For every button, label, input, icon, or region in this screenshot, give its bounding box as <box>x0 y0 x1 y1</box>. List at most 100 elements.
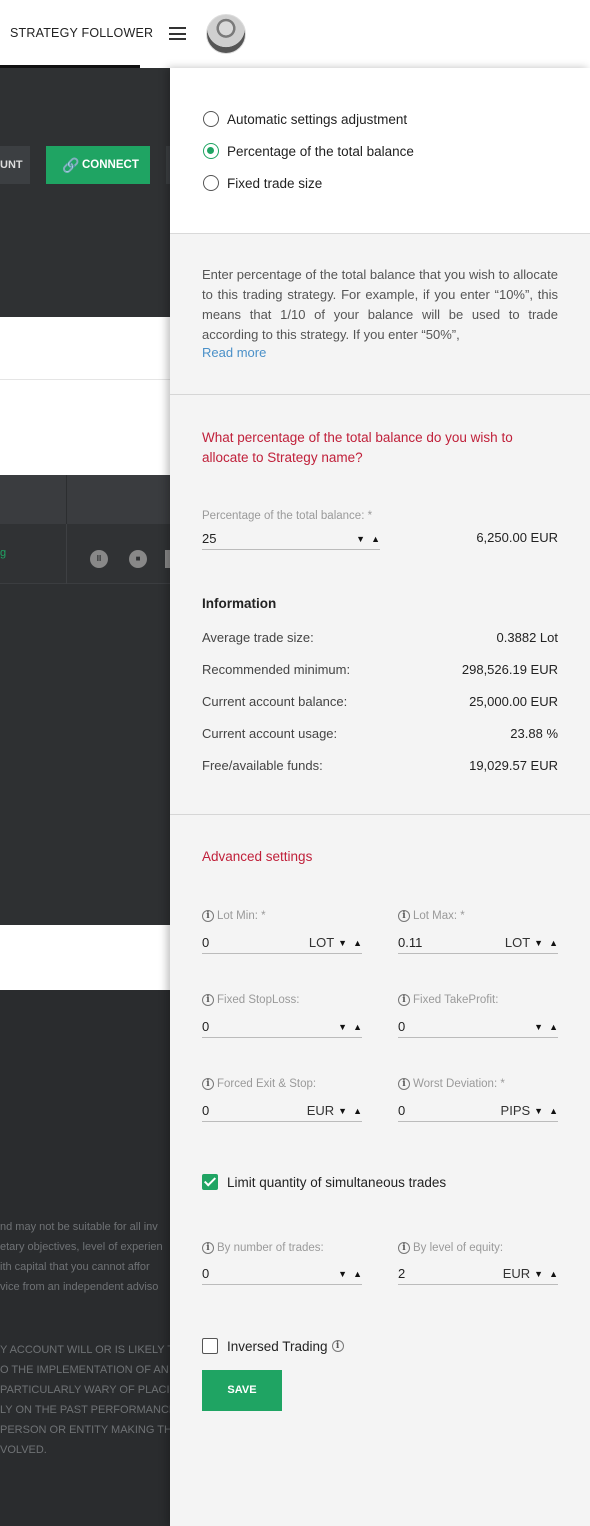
lot-min-value: 0 <box>202 935 210 950</box>
disclaimer-line: VOLVED. <box>0 1444 47 1456</box>
radio-percentage-balance[interactable]: Percentage of the total balance <box>203 141 414 161</box>
forced-exit-label-text: Forced Exit & Stop: <box>217 1078 317 1090</box>
by-number-input[interactable]: 0 ▼ ▲ <box>202 1263 362 1285</box>
percentage-input[interactable]: 25 ▼ ▲ <box>202 528 380 550</box>
lot-min-input[interactable]: 0 LOT ▼ ▲ <box>202 932 362 954</box>
unit-dropdown-icon[interactable]: ▼ <box>338 938 347 948</box>
radio-label: Automatic settings adjustment <box>227 111 408 127</box>
disclaimer-line: LY ON THE PAST PERFORMANCE <box>0 1404 170 1416</box>
by-equity-unit[interactable]: EUR <box>503 1266 530 1281</box>
radio-label: Fixed trade size <box>227 175 323 191</box>
divider <box>170 814 590 815</box>
info-icon[interactable]: i <box>398 994 410 1006</box>
lot-max-label: i Lot Max: * <box>398 910 465 922</box>
information-title: Information <box>202 596 277 611</box>
info-icon[interactable]: i <box>398 1078 410 1090</box>
info-icon[interactable]: i <box>202 994 214 1006</box>
content-section <box>0 584 170 925</box>
menu-icon[interactable] <box>169 27 186 40</box>
avatar[interactable] <box>206 14 246 54</box>
checkbox-unchecked[interactable] <box>202 1338 218 1354</box>
info-row: Average trade size: 0.3882 Lot <box>202 630 558 645</box>
pause-icon[interactable]: II <box>90 550 108 568</box>
fixed-takeprofit-input[interactable]: 0 ▼ ▲ <box>398 1016 558 1038</box>
unit-dropdown-icon[interactable]: ▼ <box>534 938 543 948</box>
increment-icon[interactable]: ▲ <box>549 938 558 948</box>
info-label: Current account balance: <box>202 694 348 709</box>
fixed-stoploss-label-text: Fixed StopLoss: <box>217 994 300 1006</box>
info-icon[interactable]: i <box>202 1078 214 1090</box>
checkbox-checked[interactable] <box>202 1174 218 1190</box>
increment-icon[interactable]: ▲ <box>353 1022 362 1032</box>
unit-dropdown-icon[interactable]: ▼ <box>534 1106 543 1116</box>
save-button[interactable]: SAVE <box>202 1370 282 1411</box>
disclaimer-line: PARTICULARLY WARY OF PLACI <box>0 1384 170 1396</box>
fixed-stoploss-input[interactable]: 0 ▼ ▲ <box>202 1016 362 1038</box>
radio-button-selected[interactable] <box>203 143 219 159</box>
forced-exit-unit[interactable]: EUR <box>307 1103 334 1118</box>
disclaimer-line: O THE IMPLEMENTATION OF AN <box>0 1364 169 1376</box>
info-icon[interactable]: i <box>202 1242 214 1254</box>
radio-button[interactable] <box>203 175 219 191</box>
info-icon[interactable]: i <box>202 910 214 922</box>
decrement-icon[interactable]: ▼ <box>356 534 365 544</box>
worst-deviation-input[interactable]: 0 PIPS ▼ ▲ <box>398 1100 558 1122</box>
content-section-light <box>0 925 170 990</box>
increment-icon[interactable]: ▲ <box>371 534 380 544</box>
lot-max-unit[interactable]: LOT <box>505 935 530 950</box>
status-text: g <box>0 547 7 559</box>
unit-dropdown-icon[interactable]: ▼ <box>338 1106 347 1116</box>
by-equity-input[interactable]: 2 EUR ▼ ▲ <box>398 1263 558 1285</box>
info-section <box>0 317 170 475</box>
radio-automatic-settings[interactable]: Automatic settings adjustment <box>203 109 407 129</box>
stop-icon[interactable]: ■ <box>129 550 147 568</box>
forced-exit-input[interactable]: 0 EUR ▼ ▲ <box>202 1100 362 1122</box>
allocation-question: What percentage of the total balance do … <box>202 430 513 465</box>
info-icon[interactable]: i <box>331 1340 344 1352</box>
connect-button-label: CONNECT <box>82 159 139 171</box>
increment-icon[interactable]: ▲ <box>549 1022 558 1032</box>
connect-button[interactable]: 🔗 CONNECT <box>46 146 150 184</box>
disclaimer-line: etary objectives, level of experien <box>0 1241 163 1253</box>
info-icon[interactable]: i <box>398 1242 410 1254</box>
radio-fixed-trade-size[interactable]: Fixed trade size <box>203 173 322 193</box>
limit-trades-checkbox[interactable]: Limit quantity of simultaneous trades <box>202 1174 446 1190</box>
info-value: 25,000.00 EUR <box>469 694 558 709</box>
info-label: Recommended minimum: <box>202 662 351 677</box>
by-equity-label-text: By level of equity: <box>413 1242 504 1254</box>
strategy-settings-panel: × Automatic settings adjustment Percenta… <box>170 68 590 1526</box>
by-equity-label: i By level of equity: <box>398 1242 503 1254</box>
info-row: Current account usage: 23.88 % <box>202 726 558 741</box>
account-button[interactable]: UNT <box>0 146 30 184</box>
info-icon[interactable]: i <box>398 910 410 922</box>
fixed-takeprofit-label-text: Fixed TakeProfit: <box>413 994 499 1006</box>
increment-icon[interactable]: ▲ <box>549 1106 558 1116</box>
unit-dropdown-icon[interactable]: ▼ <box>534 1269 543 1279</box>
decrement-icon[interactable]: ▼ <box>338 1022 347 1032</box>
app-title: STRATEGY FOLLOWER <box>10 26 154 40</box>
inversed-trading-checkbox[interactable]: Inversed Trading i <box>202 1338 347 1354</box>
info-value: 0.3882 Lot <box>496 630 558 645</box>
lot-max-label-text: Lot Max: * <box>413 910 465 922</box>
decrement-icon[interactable]: ▼ <box>338 1269 347 1279</box>
radio-button[interactable] <box>203 111 219 127</box>
table-header <box>0 475 170 524</box>
worst-deviation-label-text: Worst Deviation: * <box>413 1078 505 1090</box>
decrement-icon[interactable]: ▼ <box>534 1022 543 1032</box>
fixed-stoploss-value: 0 <box>202 1019 210 1034</box>
lot-min-label-text: Lot Min: * <box>217 910 266 922</box>
fixed-takeprofit-value: 0 <box>398 1019 406 1034</box>
disclaimer-line: ith capital that you cannot affor <box>0 1261 150 1273</box>
increment-icon[interactable]: ▲ <box>549 1269 558 1279</box>
increment-icon[interactable]: ▲ <box>353 1106 362 1116</box>
increment-icon[interactable]: ▲ <box>353 938 362 948</box>
disclaimer-line: PERSON OR ENTITY MAKING TH <box>0 1424 170 1436</box>
by-number-label: i By number of trades: <box>202 1242 324 1254</box>
increment-icon[interactable]: ▲ <box>353 1269 362 1279</box>
lot-min-unit[interactable]: LOT <box>309 935 334 950</box>
read-more-link[interactable]: Read more <box>202 345 266 360</box>
by-number-value: 0 <box>202 1266 210 1281</box>
lot-max-input[interactable]: 0.11 LOT ▼ ▲ <box>398 932 558 954</box>
worst-deviation-unit[interactable]: PIPS <box>501 1103 531 1118</box>
info-label: Free/available funds: <box>202 758 323 773</box>
